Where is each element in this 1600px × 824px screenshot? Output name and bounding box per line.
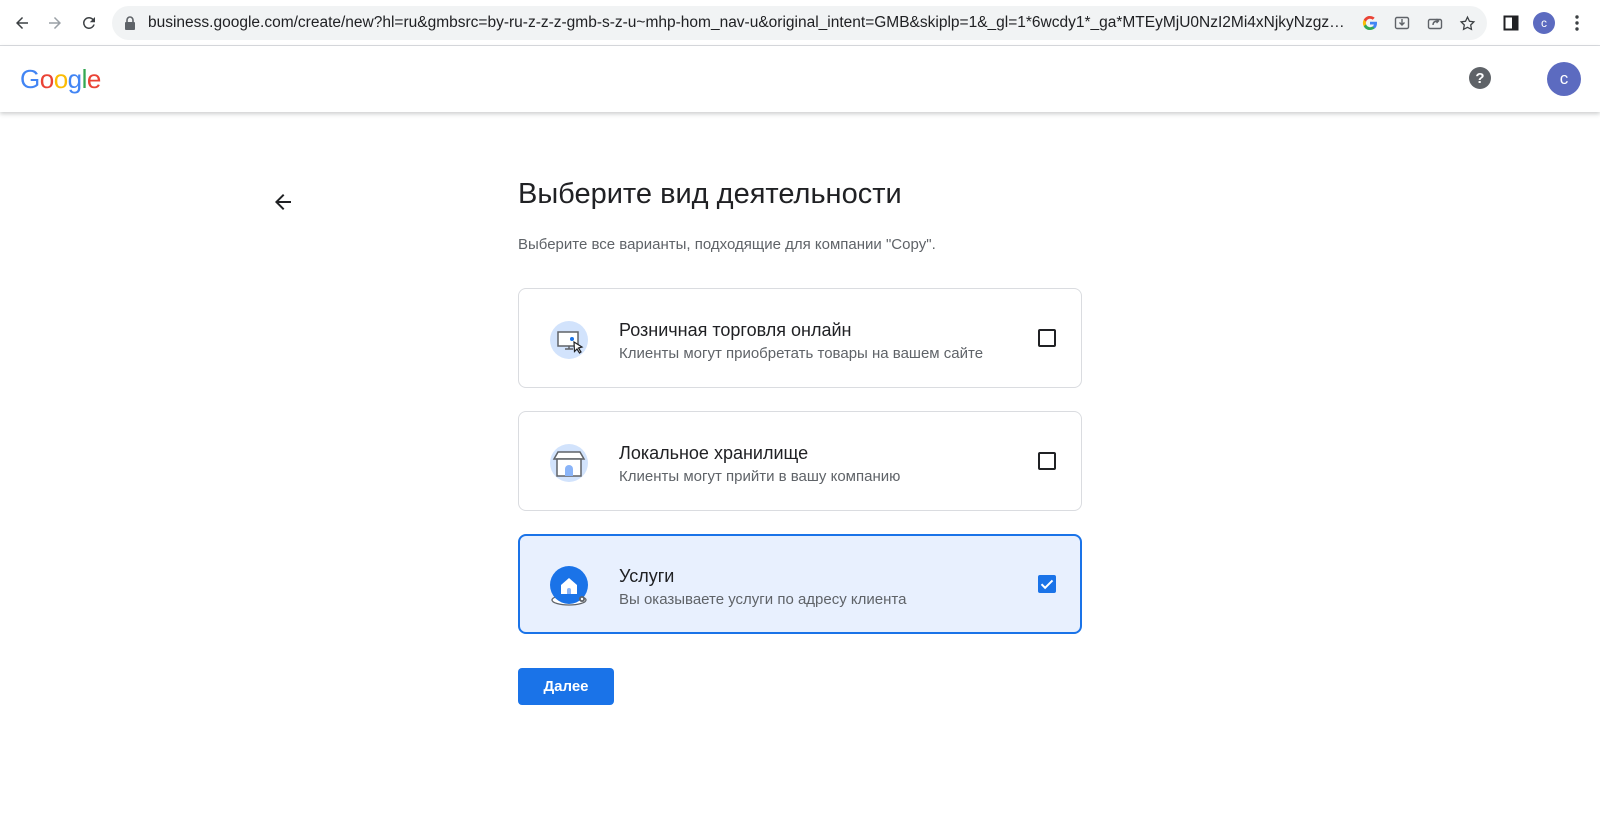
browser-toolbar: business.google.com/create/new?hl=ru&gmb…	[0, 0, 1600, 46]
logo-letter: G	[20, 64, 40, 94]
app-header: Google ? c	[0, 46, 1600, 112]
monitor-cursor-icon	[549, 320, 589, 360]
home-location-icon	[549, 566, 589, 606]
option-card-online-retail[interactable]: Розничная торговля онлайн Клиенты могут …	[518, 288, 1082, 388]
page-title: Выберите вид деятельности	[518, 178, 902, 210]
option-title: Розничная торговля онлайн	[619, 320, 852, 340]
option-title: Локальное хранилище	[619, 443, 809, 463]
logo-letter: g	[67, 64, 82, 94]
option-description: Вы оказываете услуги по адресу клиента	[619, 591, 907, 608]
kebab-menu-icon[interactable]	[1563, 9, 1591, 37]
address-bar[interactable]: business.google.com/create/new?hl=ru&gmb…	[112, 6, 1487, 40]
lock-icon	[124, 16, 136, 35]
option-checkbox-checked[interactable]	[1038, 575, 1056, 593]
google-logo[interactable]: Google	[20, 64, 101, 95]
reload-icon[interactable]	[75, 9, 103, 37]
checkmark-icon	[1040, 579, 1054, 590]
page-subtitle: Выберите все варианты, подходящие для ко…	[518, 236, 936, 253]
option-description: Клиенты могут прийти в вашу компанию	[619, 468, 901, 485]
logo-letter: o	[39, 64, 54, 94]
google-g-icon[interactable]	[1360, 13, 1380, 33]
storefront-icon	[549, 443, 589, 483]
next-button[interactable]: Далее	[518, 668, 614, 705]
share-icon[interactable]	[1425, 13, 1445, 33]
help-icon[interactable]: ?	[1469, 67, 1491, 89]
install-app-icon[interactable]	[1392, 13, 1412, 33]
option-card-services[interactable]: Услуги Вы оказываете услуги по адресу кл…	[518, 534, 1082, 634]
profile-avatar[interactable]: c	[1530, 9, 1558, 37]
logo-letter: o	[53, 64, 68, 94]
option-description: Клиенты могут приобретать товары на ваше…	[619, 345, 984, 362]
option-checkbox[interactable]	[1038, 329, 1056, 347]
bookmark-star-icon[interactable]	[1457, 13, 1477, 33]
option-card-local-store[interactable]: Локальное хранилище Клиенты могут прийти…	[518, 411, 1082, 511]
forward-arrow-icon[interactable]	[41, 9, 69, 37]
account-avatar[interactable]: c	[1547, 62, 1581, 96]
side-panel-icon[interactable]	[1497, 9, 1525, 37]
option-checkbox[interactable]	[1038, 452, 1056, 470]
url-text: business.google.com/create/new?hl=ru&gmb…	[148, 14, 1348, 31]
option-title: Услуги	[619, 566, 675, 586]
back-arrow-icon[interactable]	[8, 9, 36, 37]
logo-letter: e	[86, 64, 101, 94]
back-arrow-icon[interactable]	[271, 190, 295, 214]
